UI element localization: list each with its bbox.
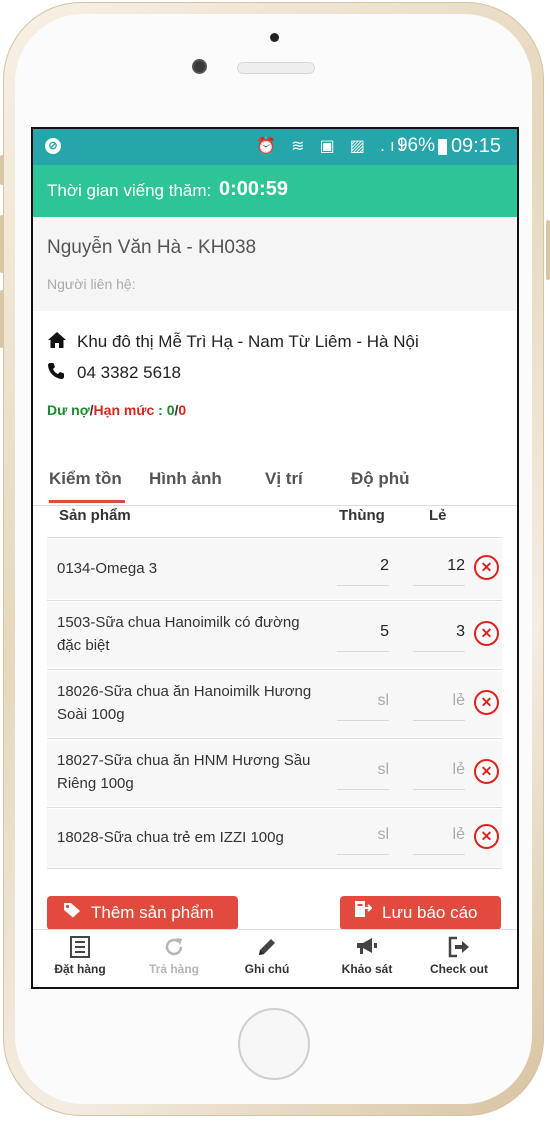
refresh-icon xyxy=(129,936,219,962)
column-header-case: Thùng xyxy=(339,507,385,524)
case-qty-input[interactable]: sl xyxy=(337,761,389,790)
product-name: 18026-Sữa chua ăn Hanoimilk Hương Soài 1… xyxy=(57,683,312,723)
list-icon xyxy=(35,936,125,962)
address-line: Khu đô thị Mễ Trì Hạ - Nam Từ Liêm - Hà … xyxy=(47,331,419,354)
nav-return[interactable]: Trả hàng xyxy=(129,936,219,976)
unit-qty-input[interactable]: 3 xyxy=(413,623,465,652)
customer-phone: 04 3382 5618 xyxy=(77,362,181,382)
contact-label: Người liên hệ: xyxy=(47,276,136,292)
tab-do-phu[interactable]: Độ phủ xyxy=(351,469,410,489)
product-name: 1503-Sữa chua Hanoimilk có đường đặc biệ… xyxy=(57,614,300,654)
customer-header: Nguyễn Văn Hà - KH038 Người liên hệ: xyxy=(33,217,517,311)
side-button-right xyxy=(546,220,550,280)
table-row: 18027-Sữa chua ăn HNM Hương Sầu Riêng 10… xyxy=(47,740,502,806)
megaphone-icon xyxy=(322,936,412,962)
nav-label: Đặt hàng xyxy=(54,962,106,976)
front-camera xyxy=(192,59,207,74)
debt-label: Dư nợ xyxy=(47,402,90,418)
remove-icon[interactable]: ✕ xyxy=(474,759,499,784)
limit-label: Hạn mức xyxy=(93,402,155,418)
remove-icon[interactable]: ✕ xyxy=(474,621,499,646)
tab-hinh-anh[interactable]: Hình ảnh xyxy=(149,469,222,489)
remove-icon[interactable]: ✕ xyxy=(474,555,499,580)
debt-value: 0 xyxy=(166,402,175,418)
product-name: 18027-Sữa chua ăn HNM Hương Sầu Riêng 10… xyxy=(57,752,311,792)
add-product-label: Thêm sản phẩm xyxy=(91,903,214,922)
row-divider xyxy=(47,738,502,739)
nav-note[interactable]: Ghi chú xyxy=(222,936,312,976)
save-report-icon xyxy=(354,897,374,931)
visit-timer-bar: Thời gian viếng thăm: 0:00:59 xyxy=(33,165,517,217)
row-divider xyxy=(47,669,502,670)
debt-limit-line: Dư nợ/Hạn mức : 0/0 xyxy=(47,402,187,418)
side-button-left-3 xyxy=(0,290,4,348)
save-report-button[interactable]: Lưu báo cáo xyxy=(340,896,501,930)
nav-order[interactable]: Đặt hàng xyxy=(35,936,125,976)
home-icon xyxy=(47,331,69,354)
nav-label: Trả hàng xyxy=(148,962,199,976)
add-product-button[interactable]: Thêm sản phẩm xyxy=(47,896,238,930)
unit-qty-input[interactable]: lẻ xyxy=(413,826,465,855)
case-qty-input[interactable]: sl xyxy=(337,692,389,721)
row-divider xyxy=(47,600,502,601)
tab-kiem-ton[interactable]: Kiểm tồn xyxy=(49,469,122,489)
sensor-dot xyxy=(270,33,279,42)
table-row: 18028-Sữa chua trẻ em IZZI 100g sl lẻ ✕ xyxy=(47,809,502,867)
visit-time-label: Thời gian viếng thăm: xyxy=(47,181,212,200)
phone-icon xyxy=(47,362,69,385)
sign-out-icon xyxy=(414,936,504,962)
unit-qty-input[interactable]: lẻ xyxy=(413,692,465,721)
case-qty-input[interactable]: 2 xyxy=(337,557,389,586)
nav-label: Check out xyxy=(429,962,488,976)
pencil-icon xyxy=(222,936,312,962)
customer-name: Nguyễn Văn Hà - KH038 xyxy=(47,237,257,258)
remove-icon[interactable]: ✕ xyxy=(474,690,499,715)
row-divider xyxy=(47,807,502,808)
side-button-left-2 xyxy=(0,215,4,273)
active-tab-indicator xyxy=(49,500,125,503)
app-notification-icon: ⊘ xyxy=(45,138,61,154)
unit-qty-input[interactable]: 12 xyxy=(413,557,465,586)
row-divider xyxy=(47,868,502,869)
column-header-product: Sản phẩm xyxy=(59,507,131,524)
tab-vi-tri[interactable]: Vị trí xyxy=(265,469,303,489)
phone-line[interactable]: 04 3382 5618 xyxy=(47,362,181,385)
clock: 09:15 xyxy=(450,135,501,157)
table-row: 1503-Sữa chua Hanoimilk có đường đặc biệ… xyxy=(47,602,502,668)
tag-icon xyxy=(63,897,81,931)
case-qty-input[interactable]: sl xyxy=(337,826,389,855)
case-qty-input[interactable]: 5 xyxy=(337,623,389,652)
nav-check-out[interactable]: Check out xyxy=(414,936,504,976)
nav-label: Khảo sát xyxy=(341,962,393,976)
save-report-label: Lưu báo cáo xyxy=(382,903,478,922)
visit-timer: 0:00:59 xyxy=(219,178,288,200)
table-header-divider xyxy=(47,537,502,538)
table-row: 18026-Sữa chua ăn Hanoimilk Hương Soài 1… xyxy=(47,671,502,737)
customer-address: Khu đô thị Mễ Trì Hạ - Nam Từ Liêm - Hà … xyxy=(77,331,419,351)
bottom-nav: Đặt hàng Trả hàng Ghi chú Khảo sát Check… xyxy=(33,929,517,987)
nav-survey[interactable]: Khảo sát xyxy=(322,936,412,976)
battery-icon xyxy=(438,139,447,155)
home-button[interactable] xyxy=(238,1008,310,1080)
system-status-icons: ⏰ ≋ ▣ ▨ .ıl xyxy=(256,136,409,155)
battery-percent: 96% xyxy=(396,135,435,156)
table-row: 0134-Omega 3 2 12 ✕ xyxy=(47,539,502,599)
status-bar: ⊘ ⏰ ≋ ▣ ▨ .ıl 96% 09:15 xyxy=(33,129,517,165)
product-name: 0134-Omega 3 xyxy=(57,560,158,577)
earpiece-speaker xyxy=(237,62,315,74)
side-button-left-1 xyxy=(0,155,4,185)
nav-label: Ghi chú xyxy=(244,962,290,976)
debt-separator: : xyxy=(154,402,167,418)
limit-value: 0 xyxy=(178,402,187,418)
product-name: 18028-Sữa chua trẻ em IZZI 100g xyxy=(57,829,284,846)
tab-bar: Kiểm tồn Hình ảnh Vị trí Độ phủ xyxy=(33,459,517,506)
unit-qty-input[interactable]: lẻ xyxy=(413,761,465,790)
remove-icon[interactable]: ✕ xyxy=(474,824,499,849)
app-screen: ⊘ ⏰ ≋ ▣ ▨ .ıl 96% 09:15 Thời gian viếng … xyxy=(31,127,519,989)
column-header-unit: Lẻ xyxy=(429,507,447,524)
